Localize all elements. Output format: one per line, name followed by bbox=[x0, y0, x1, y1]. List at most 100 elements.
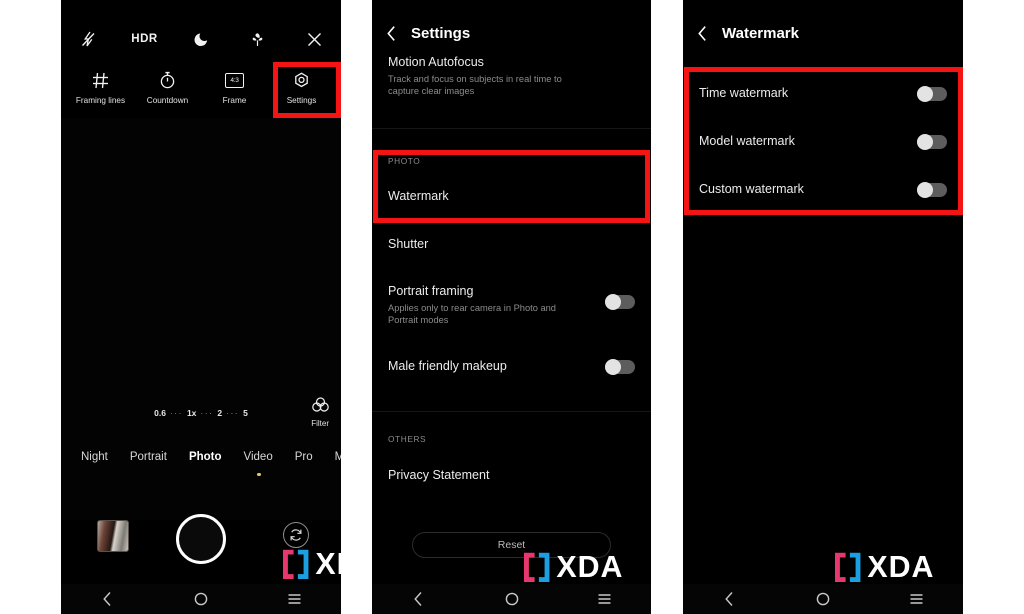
row-title: Watermark bbox=[388, 189, 449, 203]
filter-icon bbox=[311, 397, 329, 417]
settings-gear-icon bbox=[293, 70, 310, 90]
android-navbar bbox=[372, 584, 651, 614]
row-privacy-statement[interactable]: Privacy Statement bbox=[372, 467, 651, 483]
watermark-header: Watermark bbox=[683, 16, 963, 50]
settings-header: Settings bbox=[372, 16, 651, 50]
toggle-knob bbox=[917, 182, 933, 198]
page-title: Watermark bbox=[722, 24, 799, 42]
row-title: Portrait framing bbox=[388, 284, 474, 298]
flash-off-icon[interactable] bbox=[75, 26, 101, 52]
camera-controls-row bbox=[61, 514, 341, 572]
toggle-knob bbox=[605, 294, 621, 310]
portrait-framing-toggle[interactable] bbox=[605, 294, 635, 310]
back-icon[interactable] bbox=[386, 25, 397, 42]
xda-bracket-icon bbox=[835, 552, 861, 582]
hdr-icon[interactable]: HDR bbox=[131, 26, 158, 52]
phone-screen-camera: HDR Framing lines Countdown 4:3 Frame Se… bbox=[61, 0, 341, 614]
row-title: Male friendly makeup bbox=[388, 359, 507, 373]
filter-label: Filter bbox=[311, 419, 329, 428]
back-icon[interactable] bbox=[93, 588, 123, 610]
tool-label: Frame bbox=[222, 96, 247, 105]
tool-label: Countdown bbox=[146, 96, 189, 105]
toggle-knob bbox=[917, 86, 933, 102]
tool-label: Framing lines bbox=[75, 96, 126, 105]
home-icon[interactable] bbox=[497, 588, 527, 610]
mode-portrait[interactable]: Portrait bbox=[130, 451, 167, 463]
shutter-button[interactable] bbox=[176, 514, 226, 564]
xda-watermark: XDA bbox=[835, 549, 935, 584]
row-custom-watermark[interactable]: Custom watermark bbox=[683, 181, 963, 198]
row-time-watermark[interactable]: Time watermark bbox=[683, 85, 963, 102]
section-label-others: OTHERS bbox=[388, 434, 427, 444]
time-watermark-toggle[interactable] bbox=[917, 86, 947, 102]
close-icon[interactable] bbox=[301, 26, 327, 52]
zoom-level-strip[interactable]: 0.6 ··· 1x ··· 2 ··· 5 bbox=[61, 404, 341, 422]
row-title: Time watermark bbox=[699, 86, 789, 100]
back-icon[interactable] bbox=[715, 588, 745, 610]
row-title: Privacy Statement bbox=[388, 468, 490, 482]
zoom-level[interactable]: 5 bbox=[243, 408, 248, 418]
xda-wordmark: XDA bbox=[867, 549, 935, 584]
night-mode-icon[interactable] bbox=[188, 26, 214, 52]
recents-icon[interactable] bbox=[901, 588, 931, 610]
mode-photo[interactable]: Photo bbox=[189, 451, 222, 463]
mode-pro[interactable]: Pro bbox=[295, 451, 313, 463]
zoom-dots: ··· bbox=[169, 408, 183, 418]
row-title: Shutter bbox=[388, 237, 429, 251]
row-model-watermark[interactable]: Model watermark bbox=[683, 133, 963, 150]
filter-button[interactable]: Filter bbox=[311, 397, 329, 428]
mode-more[interactable]: Mor bbox=[335, 451, 341, 463]
screenshot-root: HDR Framing lines Countdown 4:3 Frame Se… bbox=[0, 0, 1024, 614]
zoom-level[interactable]: 1x bbox=[187, 408, 196, 418]
row-motion-autofocus[interactable]: Motion Autofocus Track and focus on subj… bbox=[372, 54, 651, 97]
toggle-knob bbox=[917, 134, 933, 150]
row-subtitle: Track and focus on subjects in real time… bbox=[388, 74, 562, 96]
camera-tool-row: Framing lines Countdown 4:3 Frame Settin… bbox=[61, 64, 341, 114]
back-icon[interactable] bbox=[697, 25, 708, 42]
zoom-level[interactable]: 0.6 bbox=[154, 408, 166, 418]
camera-quick-settings-row: HDR bbox=[61, 25, 341, 53]
flip-camera-icon[interactable] bbox=[283, 522, 309, 548]
row-title: Model watermark bbox=[699, 134, 795, 148]
tool-framing-lines[interactable]: Framing lines bbox=[69, 64, 133, 105]
back-icon[interactable] bbox=[404, 588, 434, 610]
mode-video[interactable]: Video bbox=[244, 451, 273, 463]
home-icon[interactable] bbox=[186, 588, 216, 610]
tool-countdown[interactable]: Countdown bbox=[136, 64, 200, 105]
section-divider bbox=[372, 411, 651, 412]
toggle-knob bbox=[605, 359, 621, 375]
tool-frame[interactable]: 4:3 Frame bbox=[203, 64, 267, 105]
recents-icon[interactable] bbox=[590, 588, 620, 610]
section-label-photo: PHOTO bbox=[388, 156, 421, 166]
phone-screen-settings: Settings Motion Autofocus Track and focu… bbox=[372, 0, 651, 614]
male-friendly-makeup-toggle[interactable] bbox=[605, 359, 635, 375]
active-mode-indicator bbox=[257, 472, 261, 476]
model-watermark-toggle[interactable] bbox=[917, 134, 947, 150]
row-shutter[interactable]: Shutter bbox=[372, 236, 651, 252]
row-title: Motion Autofocus bbox=[388, 55, 484, 69]
camera-mode-list[interactable]: Night Portrait Photo Video Pro Mor bbox=[61, 444, 341, 470]
tool-label: Settings bbox=[286, 96, 317, 105]
row-watermark[interactable]: Watermark bbox=[372, 188, 651, 204]
mode-night[interactable]: Night bbox=[81, 451, 108, 463]
row-male-friendly-makeup[interactable]: Male friendly makeup bbox=[372, 358, 651, 375]
frame-ratio-icon: 4:3 bbox=[225, 70, 244, 90]
gallery-thumbnail[interactable] bbox=[97, 520, 129, 552]
custom-watermark-toggle[interactable] bbox=[917, 182, 947, 198]
phone-screen-watermark: Watermark Time watermark Model watermark… bbox=[683, 0, 963, 614]
zoom-level[interactable]: 2 bbox=[217, 408, 222, 418]
tool-settings[interactable]: Settings bbox=[270, 64, 334, 105]
home-icon[interactable] bbox=[808, 588, 838, 610]
row-portrait-framing[interactable]: Portrait framing Applies only to rear ca… bbox=[372, 283, 651, 326]
frame-ratio-text: 4:3 bbox=[225, 72, 244, 88]
countdown-icon bbox=[159, 70, 176, 90]
recents-icon[interactable] bbox=[279, 588, 309, 610]
row-subtitle: Applies only to rear camera in Photo and… bbox=[388, 303, 556, 325]
reset-button[interactable]: Reset bbox=[412, 532, 611, 558]
zoom-dots: ··· bbox=[200, 408, 214, 418]
zoom-dots: ··· bbox=[226, 408, 240, 418]
framing-lines-icon bbox=[92, 70, 109, 90]
camera-top-panel: HDR Framing lines Countdown 4:3 Frame Se… bbox=[61, 0, 341, 118]
macro-icon[interactable] bbox=[245, 26, 271, 52]
android-navbar bbox=[683, 584, 963, 614]
